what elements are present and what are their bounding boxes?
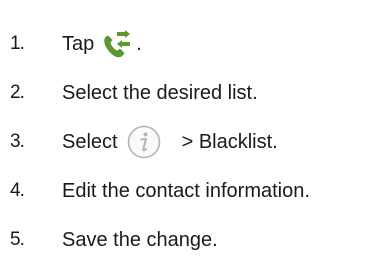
step-text-end: .: [136, 32, 142, 55]
info-icon: [126, 124, 162, 160]
step-3: 3. Select > Blacklist.: [10, 124, 278, 160]
step-number: 5.: [10, 229, 25, 250]
step-1: 1. Tap .: [10, 29, 142, 59]
step-text: Select: [62, 130, 118, 153]
phone-arrows-icon: [100, 28, 134, 60]
step-number: 3.: [10, 131, 25, 152]
step-number: 4.: [10, 180, 25, 201]
step-4: 4. Edit the contact information.: [10, 176, 310, 206]
step-text: Save the change.: [62, 228, 218, 251]
step-number: 2.: [10, 82, 25, 103]
step-text: Edit the contact information.: [62, 179, 310, 202]
step-number: 1.: [10, 33, 25, 54]
step-text: Select the desired list.: [62, 81, 258, 104]
step-text-end: > Blacklist.: [181, 130, 278, 153]
step-2: 2. Select the desired list.: [10, 78, 258, 108]
step-text: Tap: [62, 32, 95, 55]
step-5: 5. Save the change.: [10, 225, 218, 255]
